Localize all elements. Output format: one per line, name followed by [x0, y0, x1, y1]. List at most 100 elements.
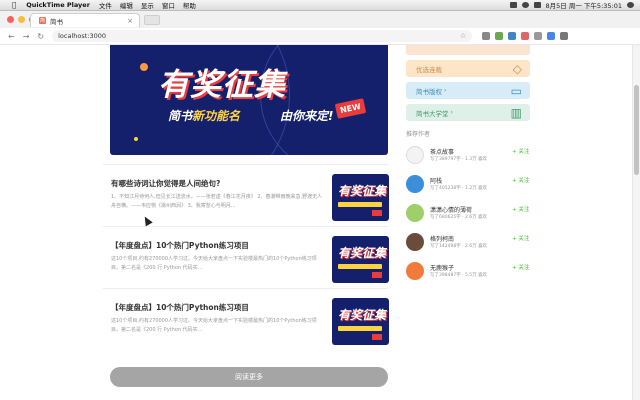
menu-item-window[interactable]: 窗口 [162, 0, 175, 10]
apple-icon[interactable]:  [12, 1, 16, 9]
read-more-button[interactable]: 阅读更多 [110, 367, 388, 387]
back-icon[interactable]: ← [8, 32, 15, 41]
sidebar-link-top[interactable] [406, 45, 530, 55]
article-abstract: 这10个项目,约有270000人学习过。今天给大家盘点一下实验楼最热门的10个P… [111, 256, 317, 271]
book-icon: ▭ [510, 83, 522, 98]
thumbnail-decoration [372, 334, 382, 340]
system-menubar:  QuickTime Player 文件 编辑 显示 窗口 帮助 8月5日 周… [0, 0, 640, 11]
menu-item-view[interactable]: 显示 [141, 0, 154, 10]
author-name[interactable]: 潇潇心情的薄荷 [430, 205, 472, 214]
close-window-icon[interactable] [7, 16, 14, 23]
author-name[interactable]: 格列柯南 [430, 234, 454, 243]
avatar[interactable] [406, 262, 424, 280]
follow-button[interactable]: + 关注 [512, 176, 529, 184]
article-list: 有哪些诗词让你觉得是人间绝句? 1、不知江月待何人,但见长江送流水。——张若虚《… [103, 164, 389, 350]
extension-icon[interactable] [482, 32, 491, 40]
extension-icon[interactable] [495, 32, 504, 40]
browser-chrome: 简 简书 × ← → ↻ localhost:3000 ☆ [0, 11, 640, 44]
extension-icon[interactable] [547, 32, 556, 40]
author-name[interactable]: 无鹿猴子 [430, 263, 454, 272]
recommended-authors-heading: 推荐作者 [406, 131, 431, 138]
menu-item-help[interactable]: 帮助 [183, 0, 196, 10]
article-title[interactable]: 【年度盘点】10个热门Python练习项目 [111, 240, 321, 251]
extensions-bar [482, 32, 569, 40]
menubar-status-area: 8月5日 周一 下午5:35:01 [509, 0, 634, 10]
article-item[interactable]: 【年度盘点】10个热门Python练习项目 这10个项目,约有270000人学习… [103, 226, 389, 288]
article-thumbnail[interactable]: 有奖征集 [332, 236, 389, 283]
sidebar-link-serial[interactable]: 优选连载 ◇ [406, 60, 530, 77]
article-thumbnail[interactable]: 有奖征集 [332, 174, 389, 221]
follow-button[interactable]: + 关注 [512, 263, 529, 271]
banner-sub-highlight: 新功能名 [192, 109, 241, 123]
author-item: 阿栈 写了405238字 · 1.2万 喜欢 + 关注 [406, 173, 530, 196]
article-title[interactable]: 【年度盘点】10个热门Python练习项目 [111, 302, 321, 313]
sidebar: 优选连载 ◇ 简书版权 › ▭ 简书大学堂 › ▥ 推荐作者 茶点故事 写了3897… [406, 45, 530, 283]
promo-banner[interactable]: 有奖征集 简书新功能名 由你来定! NEW [110, 45, 388, 155]
diamond-icon: ◇ [512, 61, 522, 76]
banner-decoration [134, 137, 138, 141]
minimize-window-icon[interactable] [18, 16, 25, 23]
avatar[interactable] [406, 146, 424, 164]
school-icon: ▥ [510, 105, 522, 120]
new-tab-button[interactable] [144, 15, 160, 25]
menu-item-file[interactable]: 文件 [99, 0, 112, 10]
author-item: 无鹿猴子 写了398487字 · 5.5万 喜欢 + 关注 [406, 260, 530, 283]
menubar-app-name[interactable]: QuickTime Player [26, 1, 90, 9]
article-item[interactable]: 【年度盘点】10个热门Python练习项目 这10个项目,约有270000人学习… [103, 288, 389, 350]
reload-icon[interactable]: ↻ [37, 32, 44, 41]
author-name[interactable]: 阿栈 [430, 176, 442, 185]
thumbnail-decoration [338, 264, 382, 269]
follow-button[interactable]: + 关注 [512, 205, 529, 213]
wifi-icon[interactable] [521, 2, 529, 8]
search-icon[interactable] [627, 2, 634, 8]
banner-sub-suffix: 由你来定! [280, 109, 334, 123]
article-title[interactable]: 有哪些诗词让你觉得是人间绝句? [111, 178, 321, 189]
sidebar-link-university[interactable]: 简书大学堂 › ▥ [406, 104, 530, 121]
follow-button[interactable]: + 关注 [512, 234, 529, 242]
battery-icon[interactable] [533, 2, 541, 8]
thumbnail-decoration [338, 202, 382, 207]
menu-item-edit[interactable]: 编辑 [120, 0, 133, 10]
author-item: 潇潇心情的薄荷 写了680625字 · 2.6万 喜欢 + 关注 [406, 202, 530, 225]
article-abstract: 1、不知江月待何人,但见长江送流水。——张若虚《春江花月夜》 2、春潮带雨晚来急… [111, 194, 323, 209]
sidebar-link-label: 优选连载 [416, 65, 442, 74]
sidebar-link-copyright[interactable]: 简书版权 › ▭ [406, 82, 530, 99]
avatar[interactable] [406, 175, 424, 193]
avatar[interactable] [406, 204, 424, 222]
thumbnail-decoration [338, 326, 382, 331]
author-item: 茶点故事 写了389797字 · 1.3万 喜欢 + 关注 [406, 144, 530, 167]
extension-icon[interactable] [521, 32, 530, 40]
chevron-right-icon: › [444, 87, 447, 94]
article-thumbnail[interactable]: 有奖征集 [332, 298, 389, 345]
thumbnail-text: 有奖征集 [338, 308, 387, 322]
extension-icon[interactable] [508, 32, 517, 40]
article-abstract: 这10个项目,约有270000人学习过。今天给大家盘点一下实验楼最热门的10个P… [111, 318, 317, 333]
author-meta: 写了680625字 · 2.6万 喜欢 [430, 215, 488, 220]
menu-icon[interactable] [560, 32, 569, 40]
author-name[interactable]: 茶点故事 [430, 147, 454, 156]
status-icon[interactable] [509, 2, 517, 8]
address-bar[interactable]: localhost:3000 ☆ [52, 30, 473, 42]
forward-icon[interactable]: → [23, 32, 30, 41]
browser-tab[interactable]: 简 简书 × [30, 13, 140, 27]
sidebar-link-label: 简书版权 [416, 87, 442, 96]
close-tab-icon[interactable]: × [127, 17, 133, 25]
author-meta: 写了142498字 · 2.6万 喜欢 [430, 244, 488, 249]
thumbnail-text: 有奖征集 [338, 246, 387, 260]
extension-icon[interactable] [534, 32, 543, 40]
avatar[interactable] [406, 233, 424, 251]
page-scrollbar[interactable] [632, 45, 640, 400]
menubar-clock[interactable]: 8月5日 周一 下午5:35:01 [546, 0, 622, 10]
thumbnail-decoration [372, 272, 382, 278]
tab-title: 简书 [50, 17, 63, 26]
url-text: localhost:3000 [58, 32, 107, 40]
banner-sub-prefix: 简书 [168, 109, 193, 123]
bookmark-star-icon[interactable]: ☆ [460, 32, 466, 40]
banner-decoration [140, 63, 148, 71]
banner-subtitle: 简书新功能名 [168, 107, 240, 124]
banner-headline: 有奖征集 [158, 67, 286, 103]
follow-button[interactable]: + 关注 [512, 147, 529, 155]
chevron-right-icon: › [450, 109, 453, 116]
scrollbar-thumb[interactable] [634, 85, 639, 175]
author-item: 格列柯南 写了142498字 · 2.6万 喜欢 + 关注 [406, 231, 530, 254]
